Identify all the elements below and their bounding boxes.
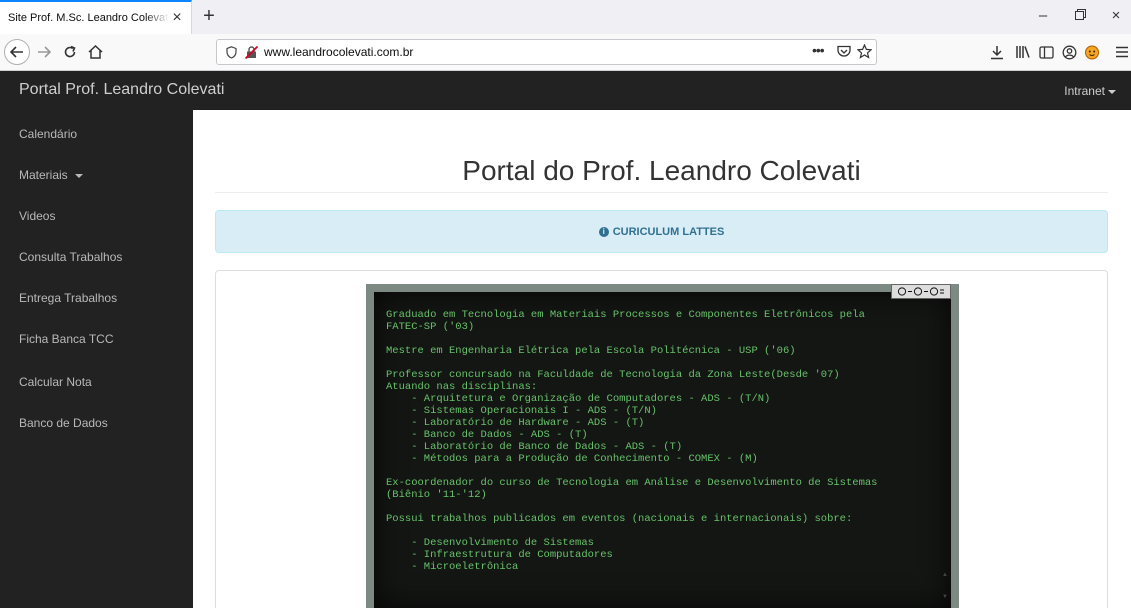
scroll-up-icon: ▲ bbox=[942, 572, 948, 578]
terminal-line: FATEC-SP ('03) bbox=[386, 321, 475, 333]
caret-down-icon bbox=[1108, 89, 1116, 94]
terminal-line: - Arquitetura e Organização de Computado… bbox=[386, 393, 771, 405]
downloads-icon[interactable] bbox=[988, 43, 1006, 61]
browser-toolbar: www.leandrocolevati.com.br ••• bbox=[0, 34, 1131, 71]
pocket-icon[interactable] bbox=[837, 45, 851, 63]
terminal-line: - Desenvolvimento de Sistemas bbox=[386, 537, 594, 549]
sidebar-item-materiais[interactable]: Materiais bbox=[19, 168, 84, 182]
sidebar-item-calcular-nota[interactable]: Calcular Nota bbox=[19, 375, 92, 389]
back-icon[interactable] bbox=[4, 39, 30, 65]
new-tab-icon[interactable]: + bbox=[198, 6, 220, 28]
bookmark-star-icon[interactable] bbox=[856, 43, 873, 64]
url-text: www.leandrocolevati.com.br bbox=[264, 45, 414, 59]
insecure-lock-icon[interactable] bbox=[244, 45, 259, 64]
forward-icon[interactable] bbox=[34, 39, 54, 65]
intranet-label: Intranet bbox=[1064, 84, 1105, 98]
terminal-line: - Laboratório de Hardware - ADS - (T) bbox=[386, 417, 645, 429]
sidebar-item-entrega-trabalhos[interactable]: Entrega Trabalhos bbox=[19, 291, 117, 305]
sidebar-item-consulta-trabalhos[interactable]: Consulta Trabalhos bbox=[19, 250, 122, 264]
curriculum-lattes-label: CURICULUM LATTES bbox=[612, 225, 725, 238]
sidebar-item-banco-de-dados[interactable]: Banco de Dados bbox=[19, 416, 108, 430]
terminal-line: Possui trabalhos publicados em eventos (… bbox=[386, 513, 853, 525]
site-brand[interactable]: Portal Prof. Leandro Colevati bbox=[19, 81, 224, 99]
caret-down-icon bbox=[75, 173, 84, 178]
terminal-line: (Biênio '11-'12) bbox=[386, 489, 487, 501]
terminal-line: Mestre em Engenharia Elétrica pela Escol… bbox=[386, 345, 796, 357]
sidebar-item-videos[interactable]: Videos bbox=[19, 209, 55, 223]
sidebar-toggle-icon[interactable] bbox=[1037, 43, 1055, 61]
reload-icon[interactable] bbox=[60, 39, 80, 65]
close-tab-icon[interactable]: × bbox=[169, 10, 185, 26]
page-actions-icon[interactable]: ••• bbox=[812, 42, 825, 58]
lattes-alert: i CURICULUM LATTES bbox=[215, 210, 1108, 253]
sidebar: Calendário Materiais Videos Consulta Tra… bbox=[0, 110, 193, 608]
terminal-line: - Laboratório de Banco de Dados - ADS - … bbox=[386, 441, 683, 453]
terminal-line: Graduado em Tecnologia em Materiais Proc… bbox=[386, 309, 865, 321]
sidebar-item-calendario[interactable]: Calendário bbox=[19, 127, 77, 141]
terminal-line: - Infraestrutura de Computadores bbox=[386, 549, 613, 561]
creative-commons-badge bbox=[891, 284, 951, 299]
terminal-line: - Sistemas Operacionais I - ADS - (T/N) bbox=[386, 405, 657, 417]
sidebar-item-ficha-banca-tcc[interactable]: Ficha Banca TCC bbox=[19, 332, 113, 346]
terminal-line: Professor concursado na Faculdade de Tec… bbox=[386, 369, 840, 381]
restore-icon[interactable] bbox=[1070, 8, 1090, 24]
terminal-line: - Microeletrônica bbox=[386, 561, 519, 573]
page-title: Portal do Prof. Leandro Colevati bbox=[462, 155, 861, 186]
info-icon: i bbox=[598, 226, 609, 237]
browser-tab-bar: Site Prof. M.Sc. Leandro Colevati de × +… bbox=[0, 0, 1131, 34]
account-icon[interactable] bbox=[1060, 43, 1078, 61]
terminal-line: - Métodos para a Produção de Conheciment… bbox=[386, 453, 758, 465]
shield-icon[interactable] bbox=[226, 46, 237, 64]
minimize-icon[interactable]: – bbox=[1033, 8, 1053, 24]
sidebar-item-label: Materiais bbox=[19, 168, 68, 182]
browser-tab[interactable]: Site Prof. M.Sc. Leandro Colevati de × bbox=[0, 0, 192, 34]
library-icon[interactable] bbox=[1014, 43, 1032, 61]
terminal-screen: Graduado em Tecnologia em Materiais Proc… bbox=[374, 292, 951, 608]
tab-title: Site Prof. M.Sc. Leandro Colevati de bbox=[8, 12, 169, 24]
terminal-line: - Banco de Dados - ADS - (T) bbox=[386, 429, 588, 441]
page-header: Portal do Prof. Leandro Colevati bbox=[215, 110, 1108, 193]
close-window-icon[interactable]: × bbox=[1106, 8, 1126, 24]
menu-icon[interactable] bbox=[1113, 43, 1131, 61]
intranet-dropdown[interactable]: Intranet bbox=[1064, 84, 1116, 98]
site-navbar: Portal Prof. Leandro Colevati Intranet bbox=[0, 71, 1131, 110]
curriculum-lattes-link[interactable]: i CURICULUM LATTES bbox=[598, 225, 725, 238]
home-icon[interactable] bbox=[85, 39, 105, 65]
scroll-down-icon: ▼ bbox=[942, 594, 948, 600]
terminal-line: Ex-coordenador do curso de Tecnologia em… bbox=[386, 477, 878, 489]
extension-icon[interactable] bbox=[1083, 43, 1101, 61]
terminal-image: Graduado em Tecnologia em Materiais Proc… bbox=[366, 284, 959, 608]
terminal-line: Atuando nas disciplinas: bbox=[386, 381, 538, 393]
url-bar[interactable]: www.leandrocolevati.com.br ••• bbox=[216, 39, 877, 65]
